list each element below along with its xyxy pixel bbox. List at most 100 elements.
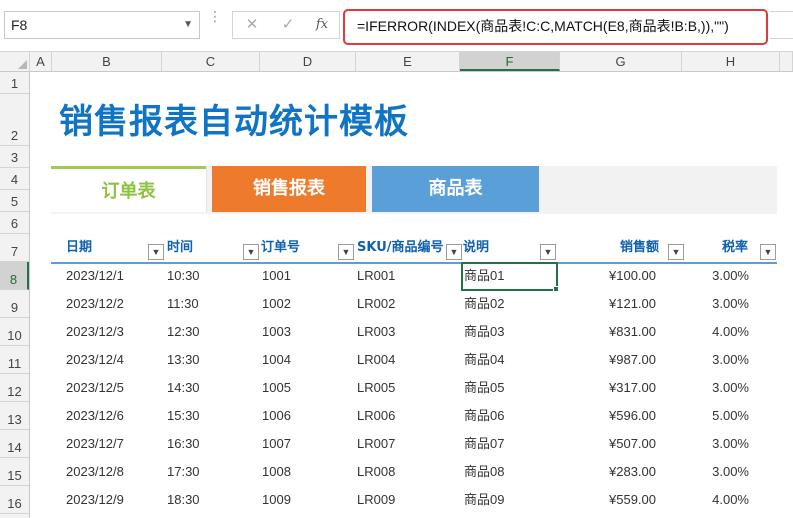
row-header-column: 1 2 3 4 5 6 7 8 9 10 11 12 13 14 15 16 [0, 72, 30, 518]
cancel-icon[interactable]: ✕ [237, 12, 267, 38]
column-header-e[interactable]: E [356, 52, 460, 71]
cell-date[interactable]: 2023/12/3 [66, 318, 124, 346]
cell-sku[interactable]: LR009 [357, 486, 395, 514]
cell-sku[interactable]: LR006 [357, 402, 395, 430]
column-header-a[interactable]: A [30, 52, 52, 71]
cell-sku[interactable]: LR003 [357, 318, 395, 346]
cell-time[interactable]: 11:30 [167, 290, 199, 318]
cell-order-number[interactable]: 1005 [262, 374, 291, 402]
row-header-16[interactable]: 16 [0, 486, 29, 514]
tab-orders[interactable]: 订单表 [51, 166, 206, 212]
row-header-2[interactable]: 2 [0, 94, 29, 146]
row-header-13[interactable]: 13 [0, 402, 29, 430]
cell-date[interactable]: 2023/12/8 [66, 458, 124, 486]
cell-sku[interactable]: LR005 [357, 374, 395, 402]
cell-tax-rate[interactable]: 4.00% [639, 486, 749, 514]
filter-dropdown-icon[interactable]: ▼ [338, 244, 354, 260]
check-icon[interactable]: ✓ [273, 12, 303, 38]
select-all-corner[interactable] [0, 52, 30, 71]
cell-description[interactable]: 商品05 [464, 374, 504, 402]
row-header-7[interactable]: 7 [0, 234, 29, 262]
filter-dropdown-icon[interactable]: ▼ [243, 244, 259, 260]
row-header-14[interactable]: 14 [0, 430, 29, 458]
row-header-1[interactable]: 1 [0, 72, 29, 94]
cell-tax-rate[interactable]: 3.00% [639, 374, 749, 402]
row-header-10[interactable]: 10 [0, 318, 29, 346]
filter-dropdown-icon[interactable]: ▼ [148, 244, 164, 260]
column-header-f[interactable]: F [460, 52, 560, 71]
cell-date[interactable]: 2023/12/5 [66, 374, 124, 402]
column-header-d[interactable]: D [260, 52, 356, 71]
cell-sku[interactable]: LR004 [357, 346, 395, 374]
cell-order-number[interactable]: 1007 [262, 430, 291, 458]
filter-dropdown-icon[interactable]: ▼ [446, 244, 462, 260]
cell-sku[interactable]: LR002 [357, 290, 395, 318]
cell-date[interactable]: 2023/12/4 [66, 346, 124, 374]
cell-tax-rate[interactable]: 3.00% [639, 262, 749, 290]
cell-order-number[interactable]: 1002 [262, 290, 291, 318]
cell-description[interactable]: 商品02 [464, 290, 504, 318]
cell-description[interactable]: 商品04 [464, 346, 504, 374]
cell-date[interactable]: 2023/12/6 [66, 402, 124, 430]
cell-description[interactable]: 商品06 [464, 402, 504, 430]
cell-order-number[interactable]: 1008 [262, 458, 291, 486]
row-header-9[interactable]: 9 [0, 290, 29, 318]
cell-order-number[interactable]: 1003 [262, 318, 291, 346]
header-date: 日期 [66, 240, 93, 255]
tab-products[interactable]: 商品表 [372, 166, 539, 212]
cell-order-number[interactable]: 1009 [262, 486, 291, 514]
cell-order-number[interactable]: 1006 [262, 402, 291, 430]
column-header-b[interactable]: B [52, 52, 162, 71]
worksheet[interactable]: 销售报表自动统计模板 订单表 销售报表 商品表 日期 ▼ 时间 ▼ 订单号 ▼ SKU/商品… [31, 72, 793, 518]
function-icon[interactable]: fx [307, 12, 337, 38]
cell-time[interactable]: 10:30 [167, 262, 200, 290]
cell-order-number[interactable]: 1001 [262, 262, 291, 290]
row-header-5[interactable]: 5 [0, 190, 29, 212]
cell-time[interactable]: 15:30 [167, 402, 200, 430]
cell-time[interactable]: 13:30 [167, 346, 200, 374]
row-header-6[interactable]: 6 [0, 212, 29, 234]
row-header-11[interactable]: 11 [0, 346, 29, 374]
drag-handle-icon[interactable]: ⋮ [208, 9, 222, 38]
cell-date[interactable]: 2023/12/7 [66, 430, 124, 458]
row-header-12[interactable]: 12 [0, 374, 29, 402]
cell-time[interactable]: 14:30 [167, 374, 200, 402]
chevron-down-icon[interactable]: ▼ [183, 12, 193, 38]
cell-description[interactable]: 商品08 [464, 458, 504, 486]
cell-sku[interactable]: LR007 [357, 430, 395, 458]
cell-tax-rate[interactable]: 3.00% [639, 290, 749, 318]
cell-description[interactable]: 商品09 [464, 486, 504, 514]
row-header-4[interactable]: 4 [0, 168, 29, 190]
row-header-3[interactable]: 3 [0, 146, 29, 168]
cell-date[interactable]: 2023/12/9 [66, 486, 124, 514]
formula-input[interactable]: =IFERROR(INDEX(商品表!C:C,MATCH(E8,商品表!B:B,… [343, 9, 768, 45]
cell-date[interactable]: 2023/12/1 [66, 262, 124, 290]
cell-tax-rate[interactable]: 5.00% [639, 402, 749, 430]
column-header-g[interactable]: G [560, 52, 682, 71]
cell-time[interactable]: 17:30 [167, 458, 200, 486]
cell-sku[interactable]: LR008 [357, 458, 395, 486]
row-header-8[interactable]: 8 [0, 262, 29, 290]
name-box[interactable]: F8 ▼ [4, 11, 200, 39]
cell-order-number[interactable]: 1004 [262, 346, 291, 374]
cell-sku[interactable]: LR001 [357, 262, 395, 290]
column-header-c[interactable]: C [162, 52, 260, 71]
column-header-h[interactable]: H [682, 52, 780, 71]
cell-tax-rate[interactable]: 3.00% [639, 346, 749, 374]
cell-tax-rate[interactable]: 3.00% [639, 430, 749, 458]
filter-dropdown-icon[interactable]: ▼ [760, 244, 776, 260]
cell-time[interactable]: 12:30 [167, 318, 200, 346]
cell-date[interactable]: 2023/12/2 [66, 290, 124, 318]
cell-description[interactable]: 商品03 [464, 318, 504, 346]
cell-tax-rate[interactable]: 3.00% [639, 458, 749, 486]
row-header-15[interactable]: 15 [0, 458, 29, 486]
cell-tax-rate[interactable]: 4.00% [639, 318, 749, 346]
filter-dropdown-icon[interactable]: ▼ [668, 244, 684, 260]
filter-dropdown-icon[interactable]: ▼ [540, 244, 556, 260]
cell-time[interactable]: 16:30 [167, 430, 200, 458]
tab-sales-report[interactable]: 销售报表 [212, 166, 366, 212]
fill-handle[interactable] [553, 286, 559, 292]
header-sales-amount: 销售额 [620, 240, 660, 255]
cell-time[interactable]: 18:30 [167, 486, 200, 514]
cell-description[interactable]: 商品07 [464, 430, 504, 458]
